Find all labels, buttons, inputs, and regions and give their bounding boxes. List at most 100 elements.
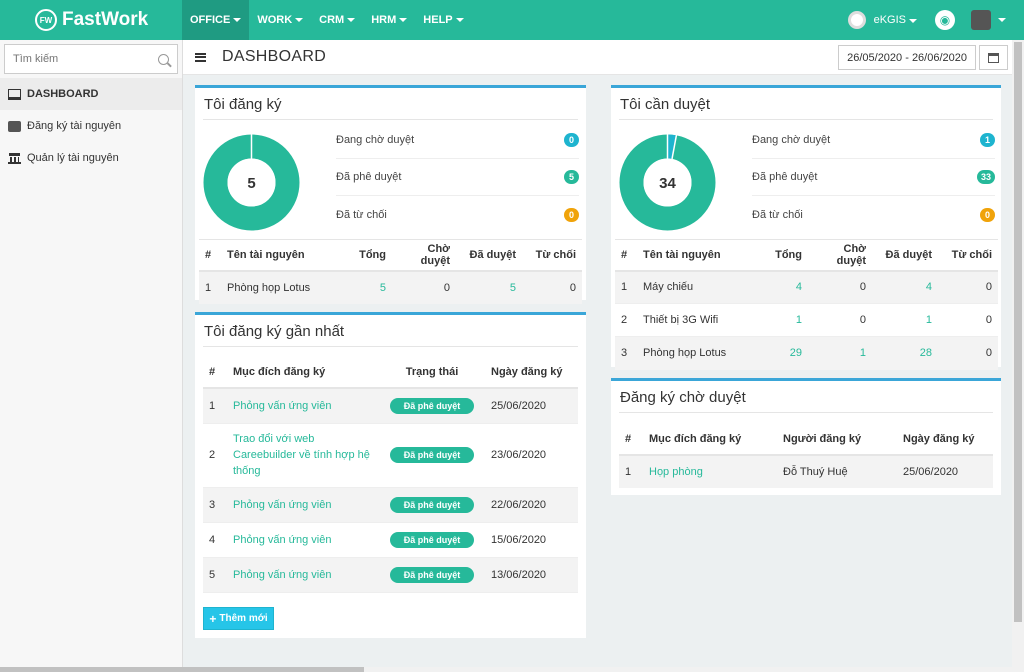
page-header: DASHBOARD 26/05/2020 - 26/06/2020 (183, 40, 1012, 75)
add-new-button[interactable]: + Thêm mới (203, 607, 274, 630)
column-header: Tên tài nguyên (227, 248, 305, 261)
register-date: 25/06/2020 (897, 455, 993, 488)
status-badge: Đã phê duyệt (389, 496, 475, 513)
nav-crm-label: CRM (319, 14, 345, 26)
date-range-input[interactable]: 26/05/2020 - 26/06/2020 (838, 45, 976, 70)
nav-office-label: OFFICE (190, 14, 231, 26)
approved-count[interactable]: 4 (872, 270, 938, 304)
total-count[interactable]: 5 (346, 270, 392, 304)
org-icon (847, 11, 866, 29)
column-header: Trạng thái (405, 366, 459, 378)
stat-pending: Đang chờ duyệt 0 (336, 122, 579, 159)
pending-count[interactable]: 1 (808, 336, 872, 370)
table-row: 1 Họp phòng Đỗ Thuý Huệ 25/06/2020 (619, 455, 993, 488)
caret-down-icon (399, 18, 408, 22)
add-new-label: Thêm mới (219, 613, 268, 624)
pending-registrations-panel: Đăng ký chờ duyệt # Mục đích đăng ký Ngư… (611, 378, 1001, 495)
count-badge: 0 (980, 207, 995, 222)
row-index: 4 (203, 522, 227, 558)
globe-icon[interactable]: ◉ (935, 10, 955, 30)
nav-office[interactable]: OFFICE (182, 0, 250, 40)
sidebar-item-manage-resource[interactable]: Quản lý tài nguyên (0, 142, 182, 174)
approved-count[interactable]: 1 (872, 303, 938, 337)
column-header: # (621, 248, 628, 261)
sidebar-item-label: Quản lý tài nguyên (27, 152, 119, 164)
register-date: 13/06/2020 (485, 557, 578, 593)
stat-label: Đã từ chối (752, 208, 803, 221)
table-row: 2 Trao đổi với web Careebuilder về tính … (203, 423, 578, 488)
caret-down-icon[interactable] (998, 18, 1006, 22)
table-row: 3 Phòng họp Lotus 29 1 28 0 (615, 336, 998, 370)
vertical-scrollbar[interactable] (1012, 40, 1024, 672)
stat-rejected: Đã từ chối 0 (336, 196, 579, 233)
date-range-value: 26/05/2020 - 26/06/2020 (847, 51, 967, 64)
purpose-link[interactable]: Phỏng vấn ứng viên (227, 487, 379, 523)
row-index: 2 (203, 423, 227, 488)
total-count[interactable]: 4 (762, 270, 808, 304)
column-header: Mục đích đăng ký (649, 433, 742, 445)
recent-registrations-table: # Mục đích đăng ký Trạng thái Ngày đăng … (203, 357, 578, 593)
to-approve-panel: Tôi cần duyệt 34 Đang chờ duyệt 1 Đã phê… (611, 85, 1001, 370)
horizontal-scrollbar[interactable] (0, 667, 1012, 672)
top-navbar: FW FastWork OFFICE WORK CRM HRM HELP eKG… (0, 0, 1024, 40)
purpose-link[interactable]: Phỏng vấn ứng viên (227, 388, 379, 424)
purpose-link[interactable]: Phỏng vấn ứng viên (227, 522, 379, 558)
bank-icon (8, 152, 21, 164)
calendar-button[interactable] (979, 45, 1008, 70)
brand-name: FastWork (62, 9, 149, 30)
sidebar-item-register-resource[interactable]: Đăng ký tài nguyên (0, 110, 182, 142)
org-switcher[interactable]: eKGIS (874, 14, 917, 26)
panel-title: Tôi đăng ký (204, 96, 282, 113)
logo-icon: FW (35, 9, 57, 31)
sidebar-item-label: DASHBOARD (27, 88, 99, 100)
nav-work[interactable]: WORK (249, 0, 311, 40)
status-badge: Đã phê duyệt (389, 447, 475, 463)
row-index: 2 (615, 303, 637, 337)
search-input[interactable] (13, 53, 153, 65)
brand-logo[interactable]: FW FastWork (0, 0, 182, 40)
column-header: Chờ duyệt (836, 242, 866, 267)
count-badge: 1 (980, 133, 995, 147)
purpose-link[interactable]: Phỏng vấn ứng viên (227, 557, 379, 593)
approved-count[interactable]: 5 (456, 270, 522, 304)
stat-label: Đã phê duyệt (752, 171, 818, 183)
panel-title: Đăng ký chờ duyệt (620, 389, 746, 406)
status-badge: Đã phê duyệt (389, 531, 475, 548)
scrollbar-thumb[interactable] (1014, 42, 1022, 622)
caret-down-icon (233, 18, 242, 22)
column-header: Tổng (775, 248, 802, 261)
purpose-link[interactable]: Trao đổi với web Careebuilder về tính hợ… (227, 423, 379, 488)
total-count[interactable]: 1 (762, 303, 808, 337)
registrant-name: Đỗ Thuý Huệ (777, 455, 897, 488)
caret-down-icon (347, 18, 356, 22)
sidebar-item-label: Đăng ký tài nguyên (27, 120, 122, 132)
register-date: 23/06/2020 (485, 423, 578, 488)
pending-count: 0 (392, 270, 456, 304)
menu-toggle-icon[interactable] (195, 52, 206, 62)
donut-total: 5 (247, 175, 255, 192)
status-badge: Đã phê duyệt (389, 397, 475, 414)
search-icon[interactable] (158, 53, 169, 65)
avatar[interactable] (971, 10, 991, 30)
nav-crm[interactable]: CRM (311, 0, 363, 40)
nav-hrm-label: HRM (371, 14, 397, 26)
stat-label: Đã phê duyệt (336, 171, 402, 183)
row-index: 5 (203, 557, 227, 593)
panel-title: Tôi đăng ký gần nhất (204, 323, 345, 340)
row-index: 1 (203, 388, 227, 424)
count-badge: 0 (564, 207, 579, 222)
resource-name: Thiết bị 3G Wifi (637, 303, 762, 337)
register-date: 15/06/2020 (485, 522, 578, 558)
table-row: 1 Máy chiếu 4 0 4 0 (615, 270, 998, 304)
pending-count: 0 (808, 270, 872, 304)
nav-hrm[interactable]: HRM (363, 0, 415, 40)
status-donut-chart: 5 (203, 134, 300, 231)
org-name: eKGIS (873, 14, 906, 26)
scrollbar-thumb[interactable] (0, 667, 364, 672)
nav-help[interactable]: HELP (415, 0, 471, 40)
sidebar-item-dashboard[interactable]: DASHBOARD (0, 78, 182, 110)
approved-count[interactable]: 28 (872, 336, 938, 370)
purpose-link[interactable]: Họp phòng (643, 455, 777, 488)
total-count[interactable]: 29 (762, 336, 808, 370)
stat-label: Đã từ chối (336, 208, 387, 221)
